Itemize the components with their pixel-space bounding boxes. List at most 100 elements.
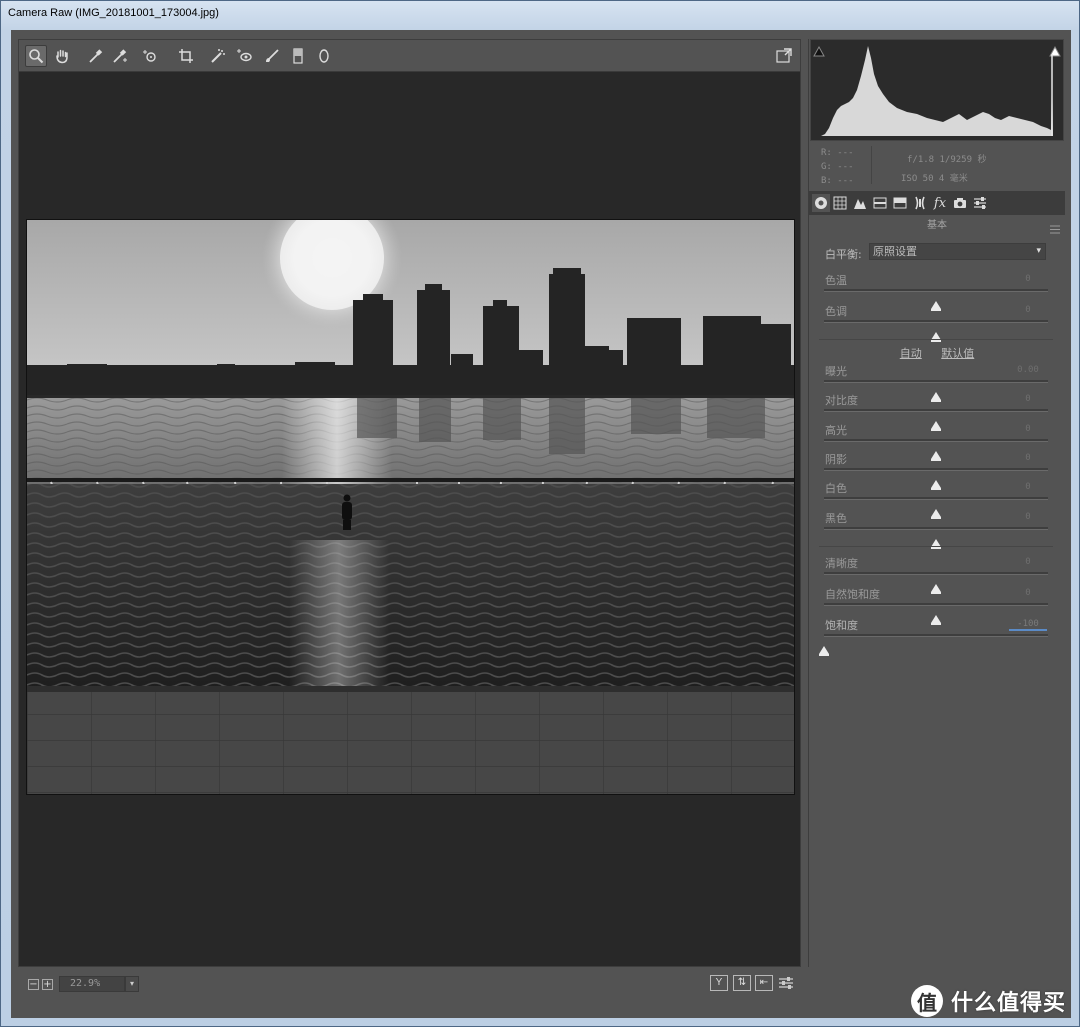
tool-bar [19, 40, 800, 72]
zoom-icon[interactable] [25, 45, 47, 67]
radial-filter-icon[interactable] [313, 45, 335, 67]
slider-value[interactable]: 0 [1009, 303, 1047, 317]
green-readout: G: --- [821, 162, 854, 172]
tab-split-toning-icon[interactable] [891, 194, 909, 212]
slider-saturation[interactable]: 饱和度 -100 [809, 617, 1065, 656]
tab-hsl-icon[interactable] [871, 194, 889, 212]
title-bar: Camera Raw (IMG_20181001_173004.jpg) [1, 1, 1079, 29]
auto-button[interactable]: 自动 [900, 347, 922, 360]
tab-presets-icon[interactable] [971, 194, 989, 212]
slider-track[interactable] [824, 439, 1048, 461]
zoom-in-button[interactable]: + [42, 979, 53, 990]
tab-lens-icon[interactable] [911, 194, 929, 212]
adjustment-panel: R: --- G: --- B: --- f/1.8 1/9259 秒 ISO … [808, 39, 1065, 967]
slider-tint[interactable]: 色调 0 [809, 303, 1065, 342]
zoom-level-field[interactable]: 22.9% [59, 976, 125, 992]
slider-vibrance[interactable]: 自然饱和度 0 [809, 586, 1065, 625]
slider-value[interactable]: 0 [1009, 392, 1047, 406]
slider-track[interactable] [824, 468, 1048, 490]
before-after-y-button[interactable]: Y [710, 975, 728, 991]
slider-label: 阴影 [825, 453, 847, 466]
tab-basic-icon[interactable] [812, 194, 830, 212]
panel-menu-icon[interactable] [1050, 219, 1060, 234]
slider-value[interactable]: 0 [1009, 586, 1047, 600]
zoom-out-button[interactable]: − [28, 979, 39, 990]
iso-info: ISO 50 4 毫米 [901, 174, 968, 184]
panel-tabs: fx [809, 191, 1065, 215]
slider-label: 自然饱和度 [825, 588, 880, 601]
color-sampler-icon[interactable] [109, 45, 131, 67]
slider-highlights[interactable]: 高光 0 [809, 422, 1065, 461]
slider-label: 色温 [825, 274, 847, 287]
slider-thumb[interactable] [819, 646, 829, 656]
slider-track[interactable] [824, 497, 1048, 519]
slider-track[interactable] [824, 380, 1048, 402]
preview-photo [26, 219, 795, 795]
slider-exposure[interactable]: 曝光 0.00 [809, 363, 1065, 402]
slider-track[interactable] [824, 409, 1048, 431]
adjustment-brush-icon[interactable] [261, 45, 283, 67]
window-title: Camera Raw (IMG_20181001_173004.jpg) [8, 7, 219, 19]
targeted-adjustment-icon[interactable] [139, 45, 161, 67]
white-balance-value: 原照设置 [873, 245, 917, 258]
preview-area [18, 39, 801, 967]
slider-value[interactable]: 0 [1009, 555, 1047, 569]
hand-icon[interactable] [51, 45, 73, 67]
slider-label: 清晰度 [825, 557, 858, 570]
tab-tone-curve-icon[interactable] [831, 194, 849, 212]
fullscreen-icon[interactable] [773, 45, 795, 67]
blue-readout: B: --- [821, 176, 854, 186]
copy-settings-icon[interactable]: ⇤ [755, 975, 773, 991]
slider-label: 对比度 [825, 394, 858, 407]
slider-value[interactable]: 0 [1009, 510, 1047, 524]
slider-label: 色调 [825, 305, 847, 318]
slider-shadows[interactable]: 阴影 0 [809, 451, 1065, 490]
default-button[interactable]: 默认值 [941, 347, 974, 360]
swap-icon[interactable]: ⇅ [733, 975, 751, 991]
slider-blacks[interactable]: 黑色 0 [809, 510, 1065, 549]
slider-value[interactable]: -100 [1009, 617, 1047, 631]
slider-whites[interactable]: 白色 0 [809, 480, 1065, 519]
preview-settings-icon[interactable] [778, 975, 794, 991]
zoom-dropdown[interactable]: ▾ [125, 976, 139, 992]
slider-track[interactable] [824, 289, 1048, 311]
slider-label: 黑色 [825, 512, 847, 525]
watermark: 值 什么值得买 [911, 984, 1066, 1018]
slider-track[interactable] [824, 527, 1048, 549]
slider-label: 高光 [825, 424, 847, 437]
slider-value[interactable]: 0 [1009, 451, 1047, 465]
slider-value[interactable]: 0 [1009, 422, 1047, 436]
tab-detail-icon[interactable] [851, 194, 869, 212]
slider-contrast[interactable]: 对比度 0 [809, 392, 1065, 431]
slider-label: 饱和度 [825, 619, 858, 632]
red-readout: R: --- [821, 148, 854, 158]
slider-track[interactable] [819, 634, 1048, 656]
chevron-down-icon: ▾ [1036, 246, 1041, 256]
dialog: − + 22.9% ▾ Y ⇅ ⇤ R: --- G: --- B: --- f… [11, 30, 1071, 1018]
crop-icon[interactable] [175, 45, 197, 67]
watermark-logo: 值 [911, 985, 943, 1017]
slider-track[interactable] [824, 572, 1048, 594]
slider-value[interactable]: 0 [1009, 272, 1047, 286]
slider-clarity[interactable]: 清晰度 0 [809, 555, 1065, 594]
slider-track[interactable] [824, 603, 1048, 625]
slider-value[interactable]: 0 [1009, 480, 1047, 494]
tab-effects-icon[interactable]: fx [931, 194, 949, 212]
watermark-text: 什么值得买 [951, 991, 1067, 1016]
spot-removal-icon[interactable] [207, 45, 229, 67]
slider-temperature[interactable]: 色温 0 [809, 272, 1065, 311]
white-balance-select[interactable]: 原照设置 ▾ [869, 243, 1046, 260]
graduated-filter-icon[interactable] [287, 45, 309, 67]
auto-default-row: 自动 默认值 [809, 345, 1065, 361]
status-bar: − + 22.9% ▾ Y ⇅ ⇤ [18, 970, 801, 998]
white-balance-icon[interactable] [85, 45, 107, 67]
section-title: 基本 [927, 220, 947, 231]
tab-camera-calibration-icon[interactable] [951, 194, 969, 212]
red-eye-icon[interactable] [233, 45, 255, 67]
image-info: R: --- G: --- B: --- f/1.8 1/9259 秒 ISO … [809, 142, 1065, 190]
slider-value[interactable]: 0.00 [1009, 363, 1047, 377]
exposure-info: f/1.8 1/9259 秒 [907, 155, 987, 165]
slider-label: 曝光 [825, 365, 847, 378]
white-balance-label: 白平衡: [825, 248, 862, 261]
slider-track[interactable] [824, 320, 1048, 342]
